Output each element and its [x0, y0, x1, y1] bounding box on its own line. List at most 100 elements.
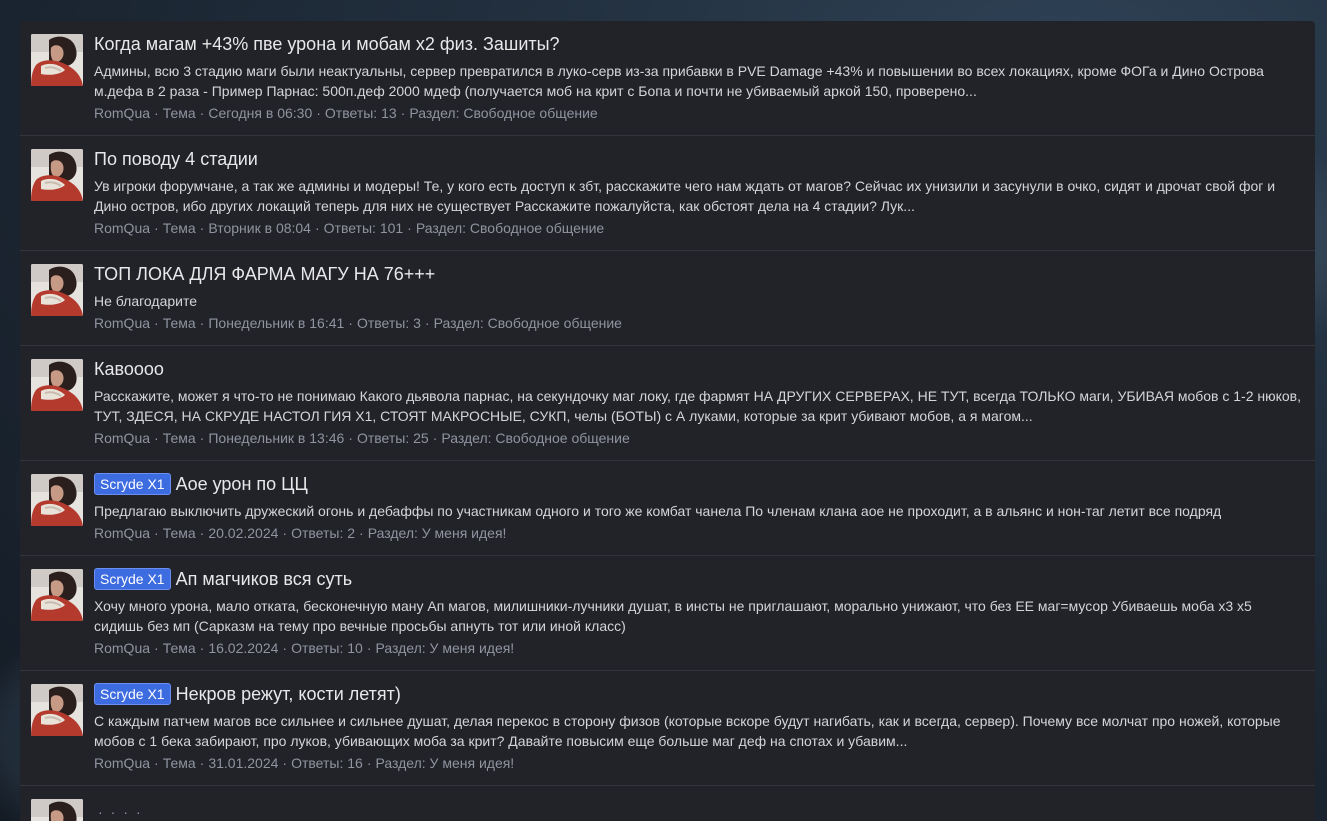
search-result-item[interactable]: ТОП ЛОКА ДЛЯ ФАРМА МАГУ НА 76+++ Не благо…: [20, 251, 1315, 346]
meta-separator: ·: [136, 804, 141, 820]
search-result-item[interactable]: Scryde X1 Некров режут, кости летят) С каж…: [20, 671, 1315, 786]
meta-separator: ·: [348, 430, 353, 446]
result-replies-count: Ответы: 25: [356, 430, 429, 446]
author-avatar[interactable]: [31, 149, 83, 201]
result-title-link[interactable]: ТОП ЛОКА ДЛЯ ФАРМА МАГУ НА 76+++: [94, 262, 435, 286]
meta-separator: ·: [199, 640, 205, 656]
result-title-link[interactable]: По поводу 4 стадии: [94, 147, 258, 171]
result-content-type: Тема: [162, 220, 196, 236]
meta-separator: ·: [348, 315, 353, 331]
result-author-link[interactable]: RomQua: [94, 315, 150, 331]
author-avatar[interactable]: [31, 34, 83, 86]
result-content-type: Тема: [162, 640, 196, 656]
result-date[interactable]: Понедельник в 13:46: [208, 430, 344, 446]
author-avatar[interactable]: [31, 569, 83, 621]
result-meta: RomQua · Тема · Сегодня в 06:30 · Ответы: 13 · Р…: [94, 103, 1303, 123]
meta-separator: ·: [199, 755, 205, 771]
meta-separator: ·: [98, 804, 103, 820]
meta-separator: ·: [424, 315, 430, 331]
result-forum-link[interactable]: Раздел: Свободное общение: [441, 430, 629, 446]
search-result-item[interactable]: Кавоооо Расскажите, может я что-то не пон…: [20, 346, 1315, 461]
result-content-type: Тема: [162, 315, 196, 331]
result-title-link[interactable]: Когда магам +43% пве урона и мобам х2 фи…: [94, 32, 560, 56]
search-result-item[interactable]: Когда магам +43% пве урона и мобам х2 фи…: [20, 21, 1315, 136]
result-title-row: ТОП ЛОКА ДЛЯ ФАРМА МАГУ НА 76+++: [94, 262, 1303, 286]
result-replies-count: Ответы: 16: [291, 755, 363, 771]
result-forum-link[interactable]: Раздел: Свободное общение: [434, 315, 622, 331]
meta-separator: ·: [154, 105, 159, 121]
result-forum-link[interactable]: Раздел: У меня идея!: [376, 640, 515, 656]
result-date[interactable]: 20.02.2024: [208, 525, 278, 541]
search-result-item[interactable]: По поводу 4 стадии Ув игроки форумчане, а…: [20, 136, 1315, 251]
meta-separator: ·: [154, 315, 159, 331]
meta-separator: ·: [282, 525, 288, 541]
result-forum-link[interactable]: Раздел: Свободное общение: [416, 220, 604, 236]
result-author-link[interactable]: RomQua: [94, 640, 150, 656]
meta-separator: ·: [359, 525, 364, 541]
search-result-item[interactable]: Scryde X1 Ап магчиков вся суть Хочу много …: [20, 556, 1315, 671]
result-forum-link[interactable]: Раздел: У меня идея!: [376, 755, 515, 771]
meta-separator: ·: [366, 755, 372, 771]
result-meta: RomQua · Тема · 31.01.2024 · Ответы: 16 · Раздел…: [94, 753, 1303, 773]
result-replies-count: Ответы: 101: [323, 220, 404, 236]
result-forum-link[interactable]: Раздел: У меня идея!: [368, 525, 507, 541]
result-date[interactable]: Сегодня в 06:30: [208, 105, 312, 121]
result-title-row: Кавоооо: [94, 357, 1303, 381]
meta-separator: ·: [154, 220, 159, 236]
result-meta: RomQua · Тема · Понедельник в 16:41 · Ответы: …: [94, 313, 1303, 333]
thread-prefix-badge[interactable]: Scryde X1: [94, 568, 171, 590]
meta-separator: ·: [154, 430, 159, 446]
result-snippet: Предлагаю выключить дружеский огонь и де…: [94, 503, 1222, 519]
result-title-link[interactable]: Ап магчиков вся суть: [176, 567, 353, 591]
thread-prefix-badge[interactable]: Scryde X1: [94, 683, 171, 705]
result-replies-count: Ответы: 2: [291, 525, 356, 541]
search-result-item[interactable]: · · · ·: [20, 786, 1315, 821]
result-meta: RomQua · Тема · Вторник в 08:04 · Ответы: 101 ·…: [94, 218, 1303, 238]
meta-separator: ·: [199, 220, 205, 236]
result-snippet: Ув игроки форумчане, а так же админы и м…: [94, 178, 1276, 214]
result-title-link[interactable]: Кавоооо: [94, 357, 164, 381]
result-title-row: Scryde X1 Ап магчиков вся суть: [94, 567, 1303, 591]
result-date[interactable]: Вторник в 08:04: [208, 220, 311, 236]
result-forum-link[interactable]: Раздел: Свободное общение: [409, 105, 597, 121]
result-snippet: Хочу много урона, мало отката, бесконечн…: [94, 598, 1252, 634]
meta-separator: ·: [314, 220, 320, 236]
result-title-row: По поводу 4 стадии: [94, 147, 1303, 171]
meta-separator: ·: [400, 105, 406, 121]
result-author-link[interactable]: RomQua: [94, 755, 150, 771]
result-snippet: С каждым патчем магов все сильнее и силь…: [94, 713, 1281, 749]
search-results-list: Когда магам +43% пве урона и мобам х2 фи…: [20, 21, 1315, 821]
result-content-type: Тема: [162, 525, 196, 541]
result-replies-count: Ответы: 13: [324, 105, 397, 121]
result-meta: RomQua · Тема · Понедельник в 13:46 · Ответы: …: [94, 428, 1303, 448]
author-avatar[interactable]: [31, 359, 83, 411]
meta-separator: ·: [199, 105, 205, 121]
meta-separator: ·: [154, 640, 159, 656]
author-avatar[interactable]: [31, 474, 83, 526]
author-avatar[interactable]: [31, 799, 83, 821]
result-replies-count: Ответы: 3: [356, 315, 421, 331]
result-snippet: Админы, всю 3 стадию маги были неактуаль…: [94, 63, 1264, 99]
meta-separator: ·: [432, 430, 438, 446]
result-author-link[interactable]: RomQua: [94, 525, 150, 541]
result-meta: RomQua · Тема · 16.02.2024 · Ответы: 10 · Раздел…: [94, 638, 1303, 658]
result-date[interactable]: 16.02.2024: [208, 640, 278, 656]
meta-separator: ·: [123, 804, 129, 820]
meta-separator: ·: [110, 804, 116, 820]
search-result-item[interactable]: Scryde X1 Аое урон по ЦЦ Предлагаю выключи…: [20, 461, 1315, 556]
thread-prefix-badge[interactable]: Scryde X1: [94, 473, 171, 495]
meta-separator: ·: [282, 755, 288, 771]
result-author-link[interactable]: RomQua: [94, 430, 150, 446]
result-author-link[interactable]: RomQua: [94, 220, 150, 236]
result-date[interactable]: 31.01.2024: [208, 755, 278, 771]
result-content-type: Тема: [162, 105, 196, 121]
author-avatar[interactable]: [31, 684, 83, 736]
result-date[interactable]: Понедельник в 16:41: [208, 315, 344, 331]
author-avatar[interactable]: [31, 264, 83, 316]
meta-separator: ·: [154, 525, 159, 541]
result-snippet: Не благодарите: [94, 293, 198, 309]
result-title-link[interactable]: Аое урон по ЦЦ: [176, 472, 308, 496]
result-title-link[interactable]: Некров режут, кости летят): [176, 682, 401, 706]
meta-separator: ·: [154, 755, 159, 771]
result-author-link[interactable]: RomQua: [94, 105, 150, 121]
